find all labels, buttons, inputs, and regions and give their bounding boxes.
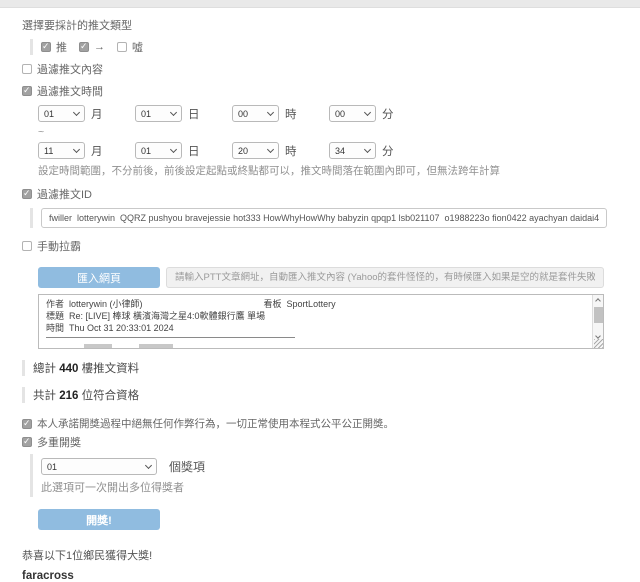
multi-draw-row: 多重開獎 (22, 434, 640, 450)
manual-slot-label: 手動拉霸 (37, 238, 81, 254)
pledge-checkbox[interactable] (22, 419, 32, 429)
id-filter-input[interactable] (41, 208, 607, 228)
start-month-select[interactable]: 01 (38, 105, 85, 122)
day-unit-label: 日 (188, 143, 200, 159)
manual-slot-checkbox[interactable] (22, 241, 32, 251)
import-row: 匯入網頁 (38, 267, 640, 288)
multi-draw-label: 多重開獎 (37, 434, 81, 450)
arrow-checkbox-label: → (94, 41, 105, 53)
chevron-down-icon (73, 108, 80, 115)
scroll-up-icon[interactable] (593, 295, 603, 305)
scrollbar-thumb[interactable] (594, 307, 603, 323)
id-filter-label: 過濾推文ID (37, 186, 92, 202)
article-author-line: 作者 lotterywin (小律師) 看板 SportLottery (46, 298, 587, 310)
start-hour-select[interactable]: 00 (232, 105, 279, 122)
chevron-down-icon (267, 145, 274, 152)
id-filter-input-wrap (30, 208, 640, 228)
total-pushes-stat: 總計 440 樓推文資料 (22, 360, 640, 376)
boo-checkbox[interactable] (117, 42, 127, 52)
chevron-down-icon (364, 145, 371, 152)
day-unit-label: 日 (188, 106, 200, 122)
article-separator-line (46, 337, 295, 338)
minute-unit-label: 分 (382, 106, 394, 122)
pledge-row: 本人承諾開獎過程中絕無任何作弊行為，一切正常使用本程式公平公正開獎。 (22, 416, 640, 431)
minute-unit-label: 分 (382, 143, 394, 159)
clipped-text-line (139, 344, 173, 348)
time-end-row: 11 月 01 日 20 時 34 分 (38, 142, 640, 159)
month-unit-label: 月 (91, 143, 103, 159)
draw-button[interactable]: 開獎! (38, 509, 160, 530)
end-minute-select[interactable]: 34 (329, 142, 376, 159)
lottery-tool-page: 選擇要採計的推文類型 推 → 噓 過濾推文內容 過濾推文時間 01 月 01 日… (0, 8, 640, 582)
time-filter-block: 01 月 01 日 00 時 00 分 ~ 11 月 01 (38, 105, 640, 178)
push-type-section-label: 選擇要採計的推文類型 (22, 17, 640, 33)
push-checkbox-label: 推 (56, 39, 67, 55)
content-filter-row: 過濾推文內容 (22, 61, 640, 77)
start-day-select[interactable]: 01 (135, 105, 182, 122)
end-day-select[interactable]: 01 (135, 142, 182, 159)
content-filter-label: 過濾推文內容 (37, 61, 103, 77)
end-month-select[interactable]: 11 (38, 142, 85, 159)
multi-draw-checkbox[interactable] (22, 437, 32, 447)
chevron-down-icon (170, 108, 177, 115)
time-filter-checkbox[interactable] (22, 86, 32, 96)
pledge-label: 本人承諾開獎過程中絕無任何作弊行為，一切正常使用本程式公平公正開獎。 (37, 416, 394, 431)
multi-draw-hint: 此選項可一次開出多位得獎者 (41, 479, 640, 495)
chevron-down-icon (170, 145, 177, 152)
time-start-row: 01 月 01 日 00 時 00 分 (38, 105, 640, 122)
clipped-text-line (84, 344, 112, 348)
import-page-button[interactable]: 匯入網頁 (38, 267, 160, 288)
article-title-line: 標題 Re: [LIVE] 棒球 橫濱海灣之星4:0軟體銀行鷹 單場 (46, 310, 587, 322)
month-unit-label: 月 (91, 106, 103, 122)
chevron-down-icon (267, 108, 274, 115)
chevron-down-icon (73, 145, 80, 152)
article-time-line: 時間 Thu Oct 31 20:33:01 2024 (46, 322, 587, 334)
winner-name: faracross (22, 570, 640, 582)
boo-checkbox-label: 噓 (132, 39, 143, 55)
prize-count-block: 01 個獎項 此選項可一次開出多位得獎者 (30, 454, 640, 497)
start-minute-select[interactable]: 00 (329, 105, 376, 122)
qualified-stat: 共計 216 位符合資格 (22, 387, 640, 403)
total-pushes-count: 440 (59, 363, 78, 375)
article-content-textarea[interactable]: 作者 lotterywin (小律師) 看板 SportLottery 標題 R… (38, 294, 604, 349)
hour-unit-label: 時 (285, 106, 297, 122)
hour-unit-label: 時 (285, 143, 297, 159)
congrats-text: 恭喜以下1位鄉民獲得大獎! (22, 547, 640, 563)
time-range-tilde: ~ (38, 126, 640, 138)
manual-slot-row: 手動拉霸 (22, 238, 640, 254)
draw-button-wrap: 開獎! (38, 509, 640, 530)
end-hour-select[interactable]: 20 (232, 142, 279, 159)
content-filter-checkbox[interactable] (22, 64, 32, 74)
push-checkbox[interactable] (41, 42, 51, 52)
chevron-down-icon (145, 461, 152, 468)
article-url-input[interactable] (166, 267, 604, 288)
push-type-options-row: 推 → 噓 (30, 39, 640, 55)
chevron-down-icon (364, 108, 371, 115)
resize-grip-icon[interactable] (594, 339, 603, 348)
arrow-checkbox[interactable] (79, 42, 89, 52)
time-filter-label: 過濾推文時間 (37, 83, 103, 99)
time-filter-row: 過濾推文時間 (22, 83, 640, 99)
time-range-hint: 設定時間範圍，不分前後，前後設定起點或終點都可以，推文時間落在範圍內即可，但無法… (38, 163, 640, 178)
top-gray-bar (0, 0, 640, 8)
qualified-count: 216 (59, 390, 78, 402)
id-filter-row: 過濾推文ID (22, 186, 640, 202)
id-filter-checkbox[interactable] (22, 189, 32, 199)
